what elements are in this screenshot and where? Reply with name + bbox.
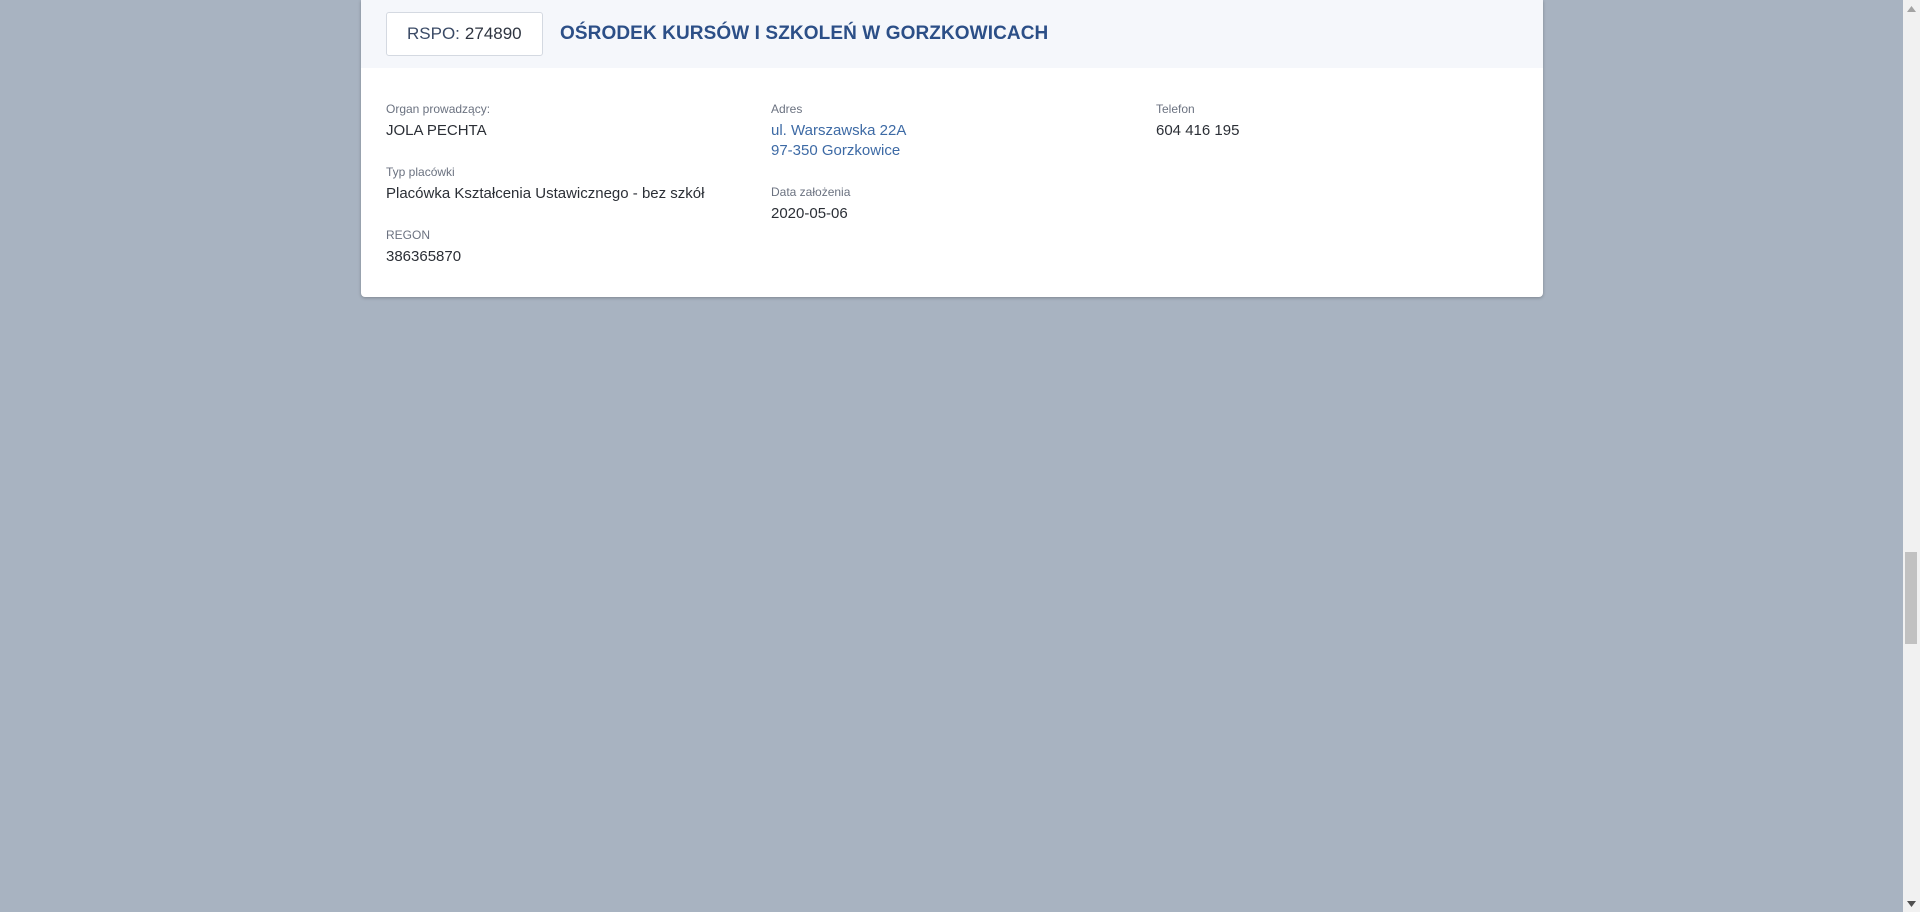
regon-value: 386365870 xyxy=(386,248,462,265)
rspo-label: RSPO: xyxy=(407,24,460,43)
typ-field: Typ placówki Placówka Kształcenia Ustawi… xyxy=(386,164,704,204)
adres-line2-link[interactable]: 97-350 Gorzkowice xyxy=(771,141,906,161)
data-value: 2020-05-06 xyxy=(771,205,848,222)
vertical-scrollbar[interactable] xyxy=(1903,0,1920,912)
school-title[interactable]: OŚRODEK KURSÓW I SZKOLEŃ W GORZKOWICACH xyxy=(560,23,1048,45)
adres-field: Adres ul. Warszawska 22A 97-350 Gorzkowi… xyxy=(771,101,906,161)
typ-value: Placówka Kształcenia Ustawicznego - bez … xyxy=(386,185,705,202)
data-label: Data założenia xyxy=(771,185,851,199)
card-header: RSPO: 274890 OŚRODEK KURSÓW I SZKOLEŃ W … xyxy=(361,0,1543,68)
scroll-down-icon[interactable] xyxy=(1903,895,1920,912)
rspo-number: 274890 xyxy=(464,24,522,43)
organ-field: Organ prowadzący: JOLA PECHTA xyxy=(386,101,490,141)
telefon-field: Telefon 604 416 195 xyxy=(1156,101,1239,141)
organ-value: JOLA PECHTA xyxy=(386,122,487,139)
telefon-label: Telefon xyxy=(1156,102,1195,116)
organ-label: Organ prowadzący: xyxy=(386,102,491,116)
page-background: RSPO: 274890 OŚRODEK KURSÓW I SZKOLEŃ W … xyxy=(0,0,1903,912)
typ-label: Typ placówki xyxy=(386,165,455,179)
rspo-badge: RSPO: 274890 xyxy=(386,12,543,56)
scrollbar-thumb[interactable] xyxy=(1905,552,1917,644)
school-card: RSPO: 274890 OŚRODEK KURSÓW I SZKOLEŃ W … xyxy=(361,0,1543,297)
data-field: Data założenia 2020-05-06 xyxy=(771,184,850,224)
scroll-up-icon[interactable] xyxy=(1903,0,1920,17)
adres-label: Adres xyxy=(771,102,803,116)
adres-line1-link[interactable]: ul. Warszawska 22A xyxy=(771,121,906,141)
regon-field: REGON 386365870 xyxy=(386,227,461,267)
telefon-value: 604 416 195 xyxy=(1156,122,1240,139)
regon-label: REGON xyxy=(386,228,431,242)
